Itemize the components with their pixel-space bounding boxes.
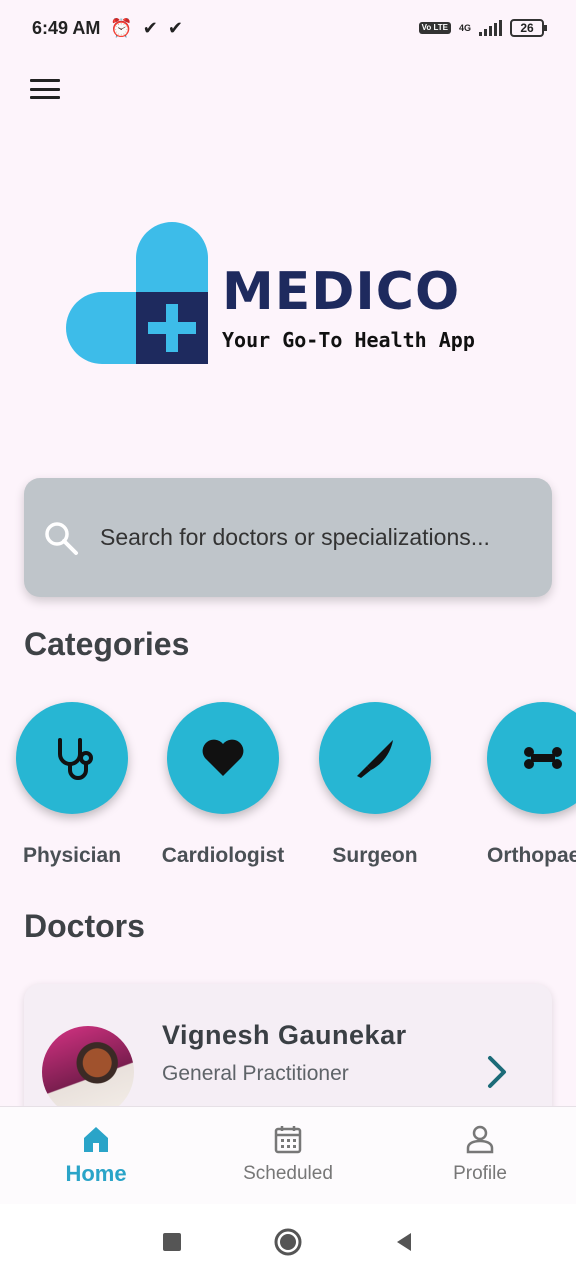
category-circle[interactable] — [487, 702, 576, 814]
category-cardiologist[interactable]: Cardiologist — [153, 702, 293, 868]
battery-icon: 26 — [510, 19, 547, 37]
doctors-title: Doctors — [24, 908, 145, 944]
home-icon — [84, 1127, 108, 1152]
avatar — [42, 1026, 134, 1118]
category-physician[interactable]: Physician — [2, 702, 142, 868]
bottom-nav: Home Scheduled Profile — [0, 1106, 576, 1204]
scalpel-icon — [357, 740, 393, 778]
heart-icon — [202, 739, 244, 776]
status-right: Vo LTE 4G 26 — [418, 19, 547, 37]
home-button-icon[interactable] — [273, 1227, 303, 1257]
category-label: Cardiologist — [161, 844, 285, 867]
search-input[interactable] — [100, 524, 550, 551]
doctor-card[interactable]: Vignesh Gaunekar General Practitioner — [24, 984, 552, 1124]
system-nav-bar — [0, 1204, 576, 1280]
category-label: Physician — [22, 844, 122, 867]
menu-icon[interactable] — [28, 76, 62, 102]
check-icon: ✔ — [167, 17, 183, 38]
bone-icon — [524, 747, 562, 769]
signal-icon — [479, 20, 502, 36]
nav-label: Scheduled — [243, 1163, 333, 1184]
volte-icon: Vo LTE — [418, 22, 451, 34]
check-icon: ✔ — [142, 17, 158, 38]
recents-icon[interactable] — [161, 1231, 183, 1253]
logo-tagline: Your Go-To Health App — [222, 328, 475, 352]
doctor-specialization: General Practitioner — [162, 1062, 349, 1085]
category-circle[interactable] — [319, 702, 431, 814]
search-bar[interactable] — [24, 478, 552, 597]
category-label: Orthopaedi — [486, 844, 576, 867]
chevron-right-icon[interactable] — [486, 1054, 510, 1090]
category-label: Surgeon — [332, 844, 418, 867]
alarm-icon: ⏰ — [110, 17, 133, 38]
nav-scheduled[interactable]: Scheduled — [192, 1107, 384, 1204]
categories-title: Categories — [24, 626, 190, 662]
search-icon[interactable] — [42, 519, 80, 557]
nav-profile[interactable]: Profile — [384, 1107, 576, 1204]
battery-level: 26 — [520, 21, 534, 35]
category-circle[interactable] — [16, 702, 128, 814]
nav-label: Home — [65, 1161, 127, 1186]
nav-label: Profile — [453, 1163, 507, 1184]
person-icon — [466, 1125, 494, 1154]
network-type: 4G — [458, 23, 471, 33]
doctor-name: Vignesh Gaunekar — [162, 1020, 407, 1050]
logo-wordmark: MEDICO — [222, 262, 461, 322]
back-icon[interactable] — [393, 1231, 415, 1253]
nav-home[interactable]: Home — [0, 1107, 192, 1204]
stethoscope-icon — [58, 738, 93, 780]
categories-list: Physician Cardiologist Surgeon Orthopaed… — [0, 702, 576, 882]
status-bar: 6:49 AM ⏰ ✔ ✔ Vo LTE 4G 26 — [0, 0, 576, 56]
category-circle[interactable] — [167, 702, 279, 814]
calendar-icon — [274, 1126, 302, 1154]
category-surgeon[interactable]: Surgeon — [305, 702, 445, 868]
category-orthopaedic[interactable]: Orthopaedi — [473, 702, 576, 868]
status-time: 6:49 AM — [32, 17, 101, 38]
